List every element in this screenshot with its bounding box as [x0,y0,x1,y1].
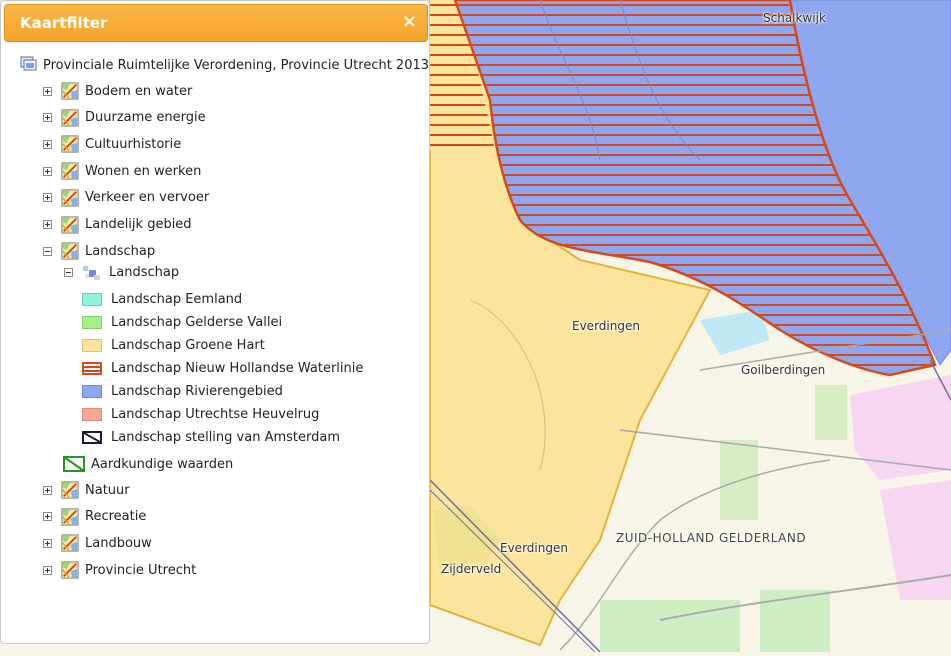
tree-group-provincie-utrecht[interactable]: Provincie Utrecht [43,559,196,581]
map-label-everdingen-north: Everdingen [572,319,640,333]
map-layer-icon [61,215,79,234]
expand-toggle-icon[interactable] [43,512,52,522]
legend-swatch-icon [82,361,102,375]
tree-group-landbouw[interactable]: Landbouw [43,532,152,554]
layers-icon [20,56,37,71]
close-icon[interactable]: × [402,12,417,32]
map-label-everdingen-south: Everdingen [500,541,568,555]
tree-group-label: Landelijk gebied [85,217,192,232]
legend-item[interactable]: Landschap Utrechtse Heuvelrug [82,403,319,425]
tree-group-bodem-en-water[interactable]: Bodem en water [43,80,192,102]
kaartfilter-panel: Kaartfilter × Provinciale Ruimtelijke Ve… [0,0,430,644]
tree-group-natuur[interactable]: Natuur [43,479,130,501]
expand-toggle-icon[interactable] [43,86,52,96]
tree-group-verkeer-en-vervoer[interactable]: Verkeer en vervoer [43,187,209,209]
green-area [815,385,847,440]
tree-group-label: Recreatie [85,509,147,525]
aardkundige-label: Aardkundige waarden [91,456,234,472]
expand-toggle-icon[interactable] [43,485,52,495]
map-layer-icon [61,242,79,260]
collapse-toggle-icon[interactable] [43,246,52,256]
map-layer-icon [61,189,79,207]
tree-group-label: Duurzame energie [85,110,206,126]
tree-group-landelijk-gebied[interactable]: Landelijk gebied [43,214,192,236]
expand-toggle-icon[interactable] [43,113,52,123]
legend-swatch-icon [82,292,102,306]
tree-root[interactable]: Provinciale Ruimtelijke Verordening, Pro… [20,54,429,76]
aardkundige-waarden-item[interactable]: Aardkundige waarden [63,453,233,475]
legend-item-label: Landschap stelling van Amsterdam [111,429,340,445]
map-layer-icon [61,481,79,499]
legend-item[interactable]: Landschap Nieuw Hollandse Waterlinie [82,357,363,379]
map-layer-icon [61,162,79,180]
map-label-zijderveld: Zijderveld [441,562,502,576]
sublayer-icon [83,266,100,280]
legend-item[interactable]: Landschap Gelderse Vallei [82,311,282,333]
tree-group-duurzame-energie[interactable]: Duurzame energie [43,107,206,129]
legend-item-label: Landschap Rivierengebied [111,383,283,399]
expand-toggle-icon[interactable] [43,139,52,149]
tree-group-label: Cultuurhistorie [85,136,182,152]
legend-swatch-icon [82,407,102,421]
tree-root-label: Provinciale Ruimtelijke Verordening, Pro… [43,57,430,73]
sublayer-label: Landschap [109,264,180,280]
legend-item[interactable]: Landschap stelling van Amsterdam [82,426,340,448]
map-layer-icon [61,109,79,127]
map-layer-icon [61,135,79,153]
collapse-toggle-icon[interactable] [64,267,73,277]
expand-toggle-icon[interactable] [43,166,52,176]
map-layer-icon [61,534,79,552]
map-layer-icon [61,508,79,526]
legend-swatch-icon [82,315,102,329]
map-layer-icon [61,82,79,100]
legend-swatch-icon [82,430,102,444]
expand-toggle-icon[interactable] [43,538,52,548]
map-label-goilberdingen: Goilberdingen [741,363,826,377]
legend-item-label: Landschap Nieuw Hollandse Waterlinie [111,360,364,376]
map-label-schalkwijk: Schalkwijk [763,11,826,25]
map-label-region: ZUID-HOLLAND GELDERLAND [616,531,807,545]
tree-group-wonen-en-werken[interactable]: Wonen en werken [43,160,201,182]
green-area [600,600,740,652]
legend-item-label: Landschap Eemland [111,291,243,307]
expand-toggle-icon[interactable] [43,565,52,575]
legend-item-label: Landschap Gelderse Vallei [111,314,283,330]
map-layer-icon [61,561,79,579]
tree-group-label: Wonen en werken [85,163,202,179]
tree-group-cultuurhistorie[interactable]: Cultuurhistorie [43,133,181,155]
tree-group-recreatie[interactable]: Recreatie [43,506,146,528]
green-area [760,590,830,652]
legend-item-label: Landschap Groene Hart [111,337,265,353]
tree-group-label: Landbouw [85,535,152,551]
expand-toggle-icon[interactable] [43,193,52,203]
legend-swatch-icon [82,384,102,398]
legend-item[interactable]: Landschap Eemland [82,288,242,310]
tree-group-label: Verkeer en vervoer [85,190,210,206]
legend-item[interactable]: Landschap Rivierengebied [82,380,283,402]
sublayer-landschap[interactable]: Landschap [64,261,179,283]
panel-header: Kaartfilter × [4,4,428,42]
panel-title: Kaartfilter [20,14,108,32]
tree-group-landschap[interactable]: Landschap [43,240,155,262]
tree-group-label: Bodem en water [85,83,193,99]
tree-group-label: Landschap [85,243,156,259]
legend-item-label: Landschap Utrechtse Heuvelrug [111,406,320,422]
legend-swatch-icon [82,338,102,352]
tree-group-label: Natuur [85,482,130,498]
expand-toggle-icon[interactable] [43,220,52,229]
aardkundige-swatch-icon [63,456,85,472]
legend-item[interactable]: Landschap Groene Hart [82,334,265,356]
tree-group-label: Provincie Utrecht [85,562,197,578]
